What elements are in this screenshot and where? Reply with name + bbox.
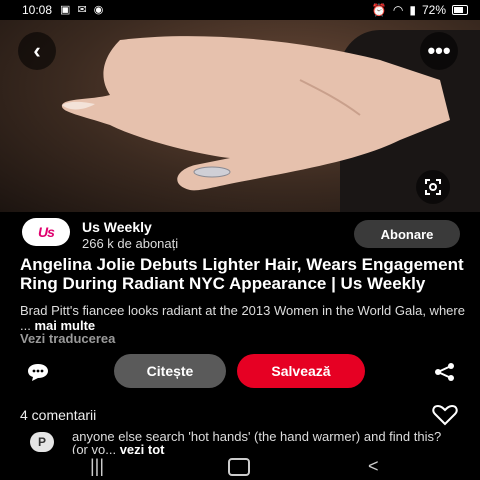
lens-icon xyxy=(425,179,441,195)
comment-avatar[interactable]: P xyxy=(30,432,54,452)
comment-text: anyone else search 'hot hands' (the hand… xyxy=(72,430,442,456)
pin-description: Brad Pitt's fiancee looks radiant at the… xyxy=(20,303,465,333)
comments-count: 4 comentarii xyxy=(20,407,97,423)
ellipsis-icon: ••• xyxy=(427,38,451,63)
signal-icon: ▮ xyxy=(409,3,416,17)
action-bar: Citește Salvează xyxy=(0,352,480,392)
battery-percent: 72% xyxy=(421,3,446,17)
heart-icon[interactable] xyxy=(432,404,458,426)
share-icon[interactable] xyxy=(434,362,456,382)
pin-title: Angelina Jolie Debuts Lighter Hair, Wear… xyxy=(20,255,464,293)
alarm-icon: ⏰ xyxy=(371,3,387,17)
publisher-logo[interactable]: Us xyxy=(22,218,70,246)
pin-image[interactable]: ‹ ••• xyxy=(0,20,480,212)
comment-item[interactable]: P anyone else search 'hot hands' (the ha… xyxy=(0,428,480,456)
system-back-button[interactable]: < xyxy=(368,456,379,477)
comment-icon[interactable] xyxy=(26,362,50,382)
translate-link[interactable]: Vezi traducerea xyxy=(20,331,115,346)
hand-illustration xyxy=(61,36,450,191)
visual-search-button[interactable] xyxy=(416,170,450,204)
recent-apps-button[interactable]: ||| xyxy=(90,456,104,477)
follow-button[interactable]: Abonare xyxy=(354,220,460,248)
publisher-row: Us Us Weekly 266 k de abonați Abonare xyxy=(0,212,480,254)
status-right: ⏰ ◠ ▮ 72% xyxy=(372,3,468,17)
back-button[interactable]: ‹ xyxy=(18,32,56,70)
publisher-name[interactable]: Us Weekly xyxy=(82,219,152,235)
wifi-icon: ◠ xyxy=(392,3,404,17)
notification-icons: ▣ ✉ ◉ xyxy=(60,4,106,16)
home-button[interactable] xyxy=(228,458,250,476)
read-button[interactable]: Citește xyxy=(114,354,226,388)
chevron-left-icon: ‹ xyxy=(33,38,41,63)
status-bar: 10:08 ▣ ✉ ◉ ⏰ ◠ ▮ 72% xyxy=(0,0,480,20)
system-nav-bar: ||| < xyxy=(0,454,480,480)
save-button[interactable]: Salvează xyxy=(237,354,365,388)
status-time: 10:08 xyxy=(22,3,53,17)
publisher-subscribers: 266 k de abonați xyxy=(82,236,179,251)
more-options-button[interactable]: ••• xyxy=(420,32,458,70)
battery-icon xyxy=(452,5,468,15)
